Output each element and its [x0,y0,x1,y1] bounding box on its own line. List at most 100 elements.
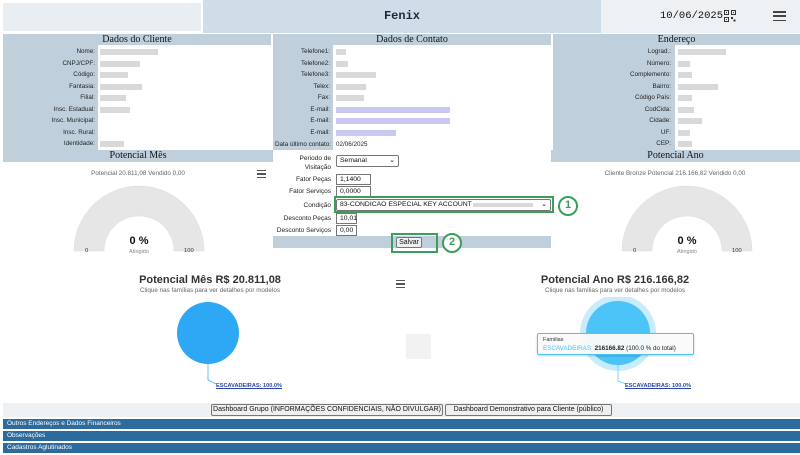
redacted-value [336,106,450,113]
ultimo-contato-value: 02/06/2025 [336,141,368,148]
condicao-label: Condição [303,202,331,209]
redacted-value [678,129,690,136]
desconto-servicos-input[interactable]: 0,00 [336,225,357,236]
redacted-value [678,72,692,78]
endereco-heading: Endereço [657,34,696,45]
pot-mes-title: Potencial Mês R$ 20.811,08 [139,274,281,286]
redacted-value [100,60,140,67]
cliente-label: Fantasia: [69,82,95,90]
contato-label: E-mail: [310,117,330,124]
redacted-value [100,141,124,147]
ultimo-contato-label: Data último contato: [274,141,331,148]
contato-label: Telefone1: [300,48,330,55]
endereco-label: Complemento: [630,71,671,78]
pot-mes-pie-label[interactable]: ESCAVADEIRAS: 100.0% [216,383,282,389]
fator-pecas-input[interactable]: 1,1400 [336,174,371,185]
redacted-value [678,95,692,101]
endereco-label: CodCida: [644,105,671,113]
periodo-value: Semanal [340,157,367,164]
dashboard-demo-button[interactable]: Dashboard Demonstrativo para Cliente (pú… [445,404,612,416]
dashboard-grupo-button[interactable]: Dashboard Grupo (INFORMAÇÕES CONFIDENCIA… [211,404,443,416]
pot-mes-subtitle: Potencial 20.811,08 Vendido 0,00 [91,170,185,177]
desconto-servicos-label: Desconto Serviços [276,227,331,234]
redacted-value [678,118,702,124]
tooltip-row: ESCAVADEIRAS: 216166.82 (100.0 % do tota… [543,345,676,352]
chevron-down-icon: ⌄ [389,157,395,164]
contato-label: Fax: [317,94,330,101]
redacted-value [336,118,450,124]
fator-servicos-label: Fator Serviços [289,188,331,195]
pot-ano-heading: Potencial Ano [647,150,704,161]
periodo-select[interactable]: Semanal ⌄ [336,155,399,167]
cliente-label: CNPJ/CPF: [62,59,95,67]
callout-box-2 [391,233,438,253]
callout-box-1 [334,196,554,213]
footer-cadastros-aglutinados[interactable]: Cadastros Aglutinados [3,443,800,453]
footer-observacoes[interactable]: Observações [3,431,800,441]
cliente-heading: Dados do Cliente [102,34,172,45]
redacted-value [678,49,726,55]
desconto-pecas-label: Desconto Peças [283,215,331,222]
tooltip-value: 216166.82 [594,345,625,352]
footer-outros-enderecos[interactable]: Outros Endereços e Dados Financeiros [3,419,800,429]
contato-label: Telefone2: [300,59,330,67]
redacted-value [100,83,142,90]
pot-mes-gauge-min: 0 [85,248,89,254]
endereco-label: CEP: [656,140,671,147]
redacted-value [336,49,346,55]
cliente-label: Insc. Estadual: [53,105,95,113]
cliente-label: Insc. Rural: [63,128,95,136]
pot-mes-gauge-value: 0 % [129,235,149,247]
contato-label: E-mail: [310,128,330,136]
pot-mes-gauge-max: 100 [184,248,194,254]
endereco-label: Lograd.: [647,48,671,55]
redacted-value [100,95,126,101]
pot-mes-pie[interactable] [170,300,300,390]
contato-label: Telex: [313,82,330,90]
redacted-value [100,106,130,113]
pot-ano-pie-label[interactable]: ESCAVADEIRAS: 100.0% [625,383,691,389]
periodo-label: Periodo de Visitação [299,155,331,171]
callout-badge-2: 2 [442,233,462,253]
redacted-value [336,83,366,90]
pot-ano-gauge-min: 0 [633,248,637,254]
desconto-pecas-input[interactable]: 10,01 [336,213,357,224]
app-title: Fenix [383,9,420,23]
pot-ano-subtitle: Cliente Bronze Potencial 216.166,82 Vend… [604,170,746,177]
tooltip-title: Familias [543,337,564,343]
pot-ano-gauge-value: 0 % [677,235,697,247]
chart-menu-icon[interactable] [396,280,405,290]
pot-ano-title: Potencial Ano R$ 216.166,82 [540,274,690,286]
callout-badge-1: 1 [558,196,578,216]
tooltip-series: ESCAVADEIRAS: [543,345,593,352]
redacted-value [678,141,692,147]
contato-label: Telefone3: [300,71,330,78]
endereco-label: Código País: [634,94,671,101]
redacted-value [678,60,690,67]
chart-menu-icon[interactable] [257,170,266,180]
hamburger-menu-icon[interactable] [773,11,786,22]
cliente-label: Código: [73,71,95,78]
cliente-label: Filial: [80,94,95,101]
tooltip-pct: (100.0 % do total) [626,345,676,352]
redacted-value [336,95,364,101]
endereco-label: Número: [646,59,671,67]
redacted-value [678,83,718,90]
pot-mes-heading: Potencial Mês [109,150,167,161]
logo-area [3,3,201,31]
endereco-label: Bairro: [652,82,671,90]
cliente-label: Insc. Municipal: [51,117,95,124]
cliente-label: Identidade: [63,140,95,147]
pie-tooltip: Familias ESCAVADEIRAS: 216166.82 (100.0 … [537,333,694,355]
qr-code-icon[interactable] [724,10,736,22]
redacted-value [678,106,694,113]
pot-ano-desc: Clique nas famílias para ver detalhes po… [544,287,685,294]
endereco-values-area [675,45,800,150]
redacted-value [336,60,348,67]
contato-heading: Dados de Contato [376,34,448,45]
endereco-label: Cidade: [649,117,671,124]
contato-label: E-mail: [310,105,330,113]
redacted-value [336,72,376,78]
header-date: 10/06/2025 [660,10,724,22]
placeholder-box [406,334,431,359]
